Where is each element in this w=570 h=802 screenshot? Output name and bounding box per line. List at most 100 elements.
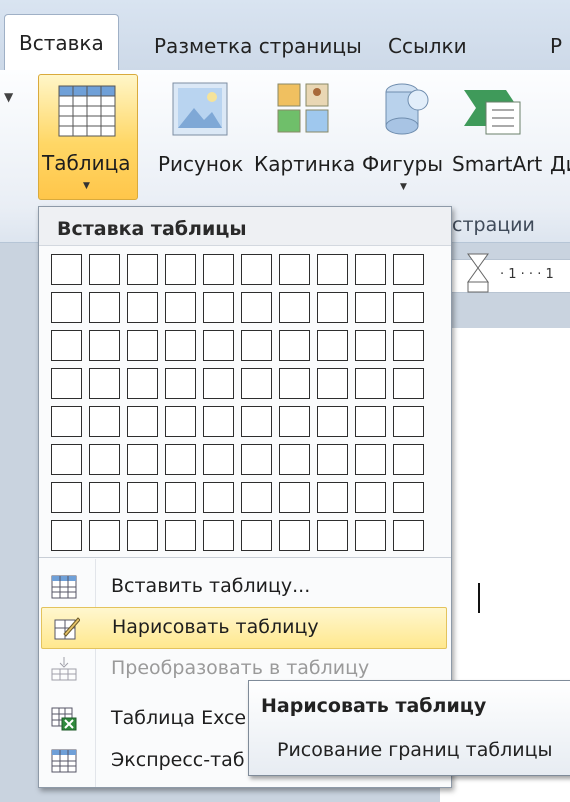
grid-cell[interactable] — [165, 444, 196, 475]
grid-cell[interactable] — [51, 444, 82, 475]
grid-cell[interactable] — [89, 444, 120, 475]
tab-references[interactable]: Ссылки — [374, 18, 481, 70]
grid-cell[interactable] — [127, 444, 158, 475]
tab-page-layout[interactable]: Разметка страницы — [140, 18, 376, 70]
ruler-marks: · 1 · · · 1 — [500, 267, 554, 282]
grid-cell[interactable] — [241, 292, 272, 323]
grid-cell[interactable] — [279, 406, 310, 437]
grid-cell[interactable] — [51, 520, 82, 551]
grid-cell[interactable] — [393, 520, 424, 551]
grid-cell[interactable] — [241, 482, 272, 513]
grid-cell[interactable] — [127, 254, 158, 285]
grid-cell[interactable] — [393, 330, 424, 361]
grid-cell[interactable] — [89, 406, 120, 437]
tab-review[interactable]: Р — [536, 18, 570, 70]
grid-cell[interactable] — [89, 330, 120, 361]
clipart-button-label: Картинка — [254, 152, 356, 176]
grid-cell[interactable] — [317, 482, 348, 513]
grid-cell[interactable] — [51, 292, 82, 323]
grid-cell[interactable] — [241, 330, 272, 361]
grid-cell[interactable] — [203, 444, 234, 475]
grid-cell[interactable] — [203, 254, 234, 285]
grid-cell[interactable] — [127, 292, 158, 323]
picture-button[interactable]: Рисунок — [158, 70, 256, 198]
grid-cell[interactable] — [317, 368, 348, 399]
grid-cell[interactable] — [51, 482, 82, 513]
grid-cell[interactable] — [317, 406, 348, 437]
grid-cell[interactable] — [355, 368, 386, 399]
grid-cell[interactable] — [355, 254, 386, 285]
smartart-button-label: SmartArt — [452, 152, 543, 176]
grid-cell[interactable] — [89, 368, 120, 399]
more-button-label[interactable]: Ди — [550, 152, 570, 176]
grid-cell[interactable] — [165, 406, 196, 437]
grid-cell[interactable] — [279, 482, 310, 513]
grid-cell[interactable] — [355, 444, 386, 475]
grid-cell[interactable] — [393, 482, 424, 513]
grid-cell[interactable] — [279, 292, 310, 323]
grid-cell[interactable] — [317, 292, 348, 323]
grid-cell[interactable] — [165, 368, 196, 399]
grid-cell[interactable] — [393, 444, 424, 475]
grid-cell[interactable] — [355, 406, 386, 437]
grid-cell[interactable] — [241, 444, 272, 475]
grid-cell[interactable] — [203, 482, 234, 513]
grid-cell[interactable] — [127, 368, 158, 399]
menu-item-label: Таблица Exce — [111, 707, 247, 729]
grid-cell[interactable] — [317, 444, 348, 475]
grid-cell[interactable] — [51, 368, 82, 399]
grid-cell[interactable] — [241, 520, 272, 551]
grid-cell[interactable] — [89, 254, 120, 285]
grid-cell[interactable] — [127, 330, 158, 361]
grid-cell[interactable] — [89, 520, 120, 551]
grid-cell[interactable] — [51, 254, 82, 285]
menu-item-insert-table[interactable]: Вставить таблицу... — [39, 567, 451, 607]
grid-cell[interactable] — [51, 330, 82, 361]
grid-cell[interactable] — [241, 406, 272, 437]
grid-cell[interactable] — [317, 254, 348, 285]
grid-cell[interactable] — [165, 254, 196, 285]
ribbon-scroll-arrow-icon[interactable]: ▼ — [4, 90, 13, 104]
grid-cell[interactable] — [203, 520, 234, 551]
grid-cell[interactable] — [51, 406, 82, 437]
grid-cell[interactable] — [241, 254, 272, 285]
grid-cell[interactable] — [127, 406, 158, 437]
grid-cell[interactable] — [203, 330, 234, 361]
grid-cell[interactable] — [241, 368, 272, 399]
smartart-button[interactable]: SmartArt — [450, 70, 546, 198]
grid-cell[interactable] — [355, 482, 386, 513]
grid-cell[interactable] — [165, 292, 196, 323]
grid-cell[interactable] — [393, 292, 424, 323]
grid-cell[interactable] — [393, 368, 424, 399]
horizontal-ruler[interactable]: · 1 · · · 1 — [440, 253, 570, 293]
shapes-button[interactable]: Фигуры ▼ — [362, 70, 446, 198]
grid-cell[interactable] — [127, 520, 158, 551]
table-button[interactable]: Таблица ▼ — [38, 74, 138, 200]
grid-cell[interactable] — [355, 520, 386, 551]
grid-cell[interactable] — [279, 368, 310, 399]
grid-cell[interactable] — [279, 520, 310, 551]
menu-item-draw-table[interactable]: Нарисовать таблицу — [41, 607, 447, 649]
grid-cell[interactable] — [279, 330, 310, 361]
grid-cell[interactable] — [279, 254, 310, 285]
grid-cell[interactable] — [89, 292, 120, 323]
grid-cell[interactable] — [317, 520, 348, 551]
grid-cell[interactable] — [127, 482, 158, 513]
grid-cell[interactable] — [203, 368, 234, 399]
grid-cell[interactable] — [393, 254, 424, 285]
tab-insert[interactable]: Вставка — [4, 14, 119, 72]
grid-cell[interactable] — [203, 292, 234, 323]
grid-cell[interactable] — [317, 330, 348, 361]
grid-cell[interactable] — [165, 520, 196, 551]
grid-cell[interactable] — [89, 482, 120, 513]
grid-cell[interactable] — [165, 482, 196, 513]
grid-cell[interactable] — [355, 292, 386, 323]
grid-cell[interactable] — [355, 330, 386, 361]
grid-cell[interactable] — [203, 406, 234, 437]
grid-cell[interactable] — [279, 444, 310, 475]
grid-cell[interactable] — [165, 330, 196, 361]
grid-cell[interactable] — [393, 406, 424, 437]
tooltip: Нарисовать таблицу Рисование границ табл… — [248, 680, 570, 776]
menu-separator — [39, 557, 451, 558]
clipart-button[interactable]: Картинка — [254, 70, 356, 198]
